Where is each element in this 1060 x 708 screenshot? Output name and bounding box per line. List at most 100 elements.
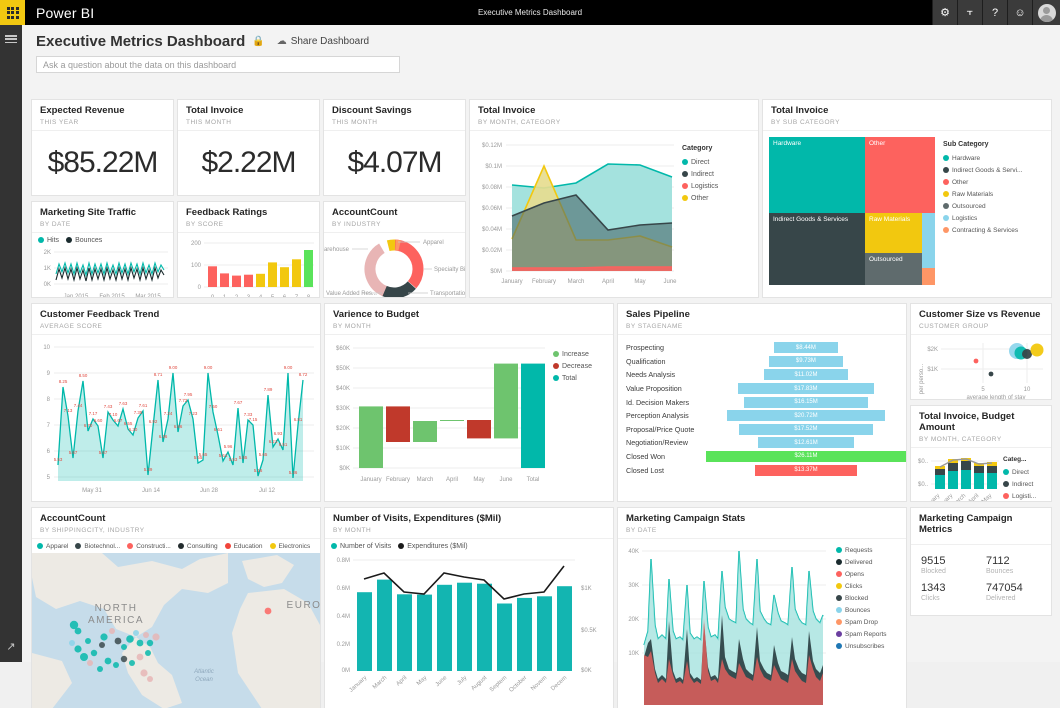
tile-discount-savings[interactable]: Discount Savings THIS MONTH $4.07M	[324, 100, 465, 195]
tile-feedback-ratings[interactable]: Feedback Ratings BY SCORE 200 100 0	[178, 202, 319, 297]
kpi-value: $85.22M	[32, 131, 173, 195]
legend-item[interactable]: Spam Reports	[836, 631, 887, 638]
share-dashboard-button[interactable]: ☁ Share Dashboard	[277, 36, 369, 47]
legend-item[interactable]: Outsourced	[943, 203, 1022, 210]
funnel-row[interactable]: Id. Decision Makers$16.15M	[618, 395, 906, 409]
treemap-plot: Hardware Other Indirect Goods & Services…	[769, 137, 935, 285]
tile-marketing-campaign-stats[interactable]: Marketing Campaign Stats BY DATE 40K 30K…	[618, 508, 906, 708]
treemap-cell-logistics[interactable]	[922, 213, 935, 268]
legend-item[interactable]: Contracting & Services	[943, 227, 1022, 234]
tile-accountcount-by-industry[interactable]: AccountCount BY INDUSTRY Apparel Special	[324, 202, 465, 297]
qna-search-input[interactable]: Ask a question about the data on this da…	[36, 56, 400, 73]
funnel-value-label: $26.11M	[795, 453, 818, 459]
legend-item[interactable]: Logistics	[943, 215, 1022, 222]
funnel-bar: $17.52M	[739, 424, 873, 435]
funnel-row[interactable]: Value Proposition$17.83M	[618, 382, 906, 396]
legend-item[interactable]: Biotechnol...	[75, 543, 120, 550]
legend-item[interactable]: Electronics	[270, 543, 311, 550]
treemap-cell-raw-materials[interactable]: Raw Materials	[865, 213, 922, 253]
legend-item[interactable]: Direct	[682, 159, 718, 166]
legend-item[interactable]: Expenditures ($Mil)	[398, 543, 467, 550]
tile-total-invoice-budget-amount[interactable]: Total Invoice, Budget Amount BY MONTH, C…	[911, 406, 1051, 501]
powerbi-brand-label[interactable]: Power BI	[36, 5, 94, 21]
map-plot[interactable]: NORTH AMERICA EURO Atlantic Ocean	[32, 553, 320, 708]
legend-item[interactable]: Delivered	[836, 559, 887, 566]
tile-accountcount-map[interactable]: AccountCount BY SHIPPINGCITY, INDUSTRY A…	[32, 508, 320, 708]
legend-item[interactable]: Blocked	[836, 595, 887, 602]
treemap-cell-outsourced[interactable]: Outsourced	[865, 253, 922, 285]
tile-total-invoice-by-subcategory[interactable]: Total Invoice BY SUB CATEGORY Hardware O…	[763, 100, 1051, 297]
tile-subtitle: BY SHIPPINGCITY, INDUSTRY	[40, 527, 312, 534]
legend-item[interactable]: Opens	[836, 571, 887, 578]
legend-item[interactable]: Apparel	[37, 543, 68, 550]
legend-item[interactable]: Direct	[1003, 469, 1036, 476]
treemap-cell-hardware[interactable]: Hardware	[769, 137, 865, 213]
tile-total-invoice-month[interactable]: Total Invoice THIS MONTH $2.22M	[178, 100, 319, 195]
legend-item[interactable]: Increase	[553, 351, 592, 358]
tile-variance-to-budget[interactable]: Varience to Budget BY MONTH $60K $50K $4…	[325, 304, 613, 501]
tile-visits-expenditures[interactable]: Number of Visits, Expenditures ($Mil) BY…	[325, 508, 613, 708]
hamburger-menu-icon[interactable]	[5, 35, 17, 43]
svg-text:May: May	[473, 477, 484, 483]
legend-item[interactable]: Raw Materials	[943, 191, 1022, 198]
legend-swatch	[682, 159, 688, 165]
feedback-trend-svg: 10 9 8 7 6 5 5.538.257.13 5.677.448.50 6…	[32, 335, 320, 498]
app-launcher-waffle-icon[interactable]	[0, 0, 25, 25]
legend-item[interactable]: Consulting	[178, 543, 218, 550]
legend-item[interactable]: Other	[682, 195, 718, 202]
legend-item[interactable]: Constructi...	[127, 543, 171, 550]
tile-header: Total Invoice BY SUB CATEGORY	[763, 100, 1051, 130]
treemap-cell-contracting[interactable]	[922, 268, 935, 285]
download-icon[interactable]: ⫟	[957, 0, 982, 25]
left-navigation-rail: ↗	[0, 25, 22, 662]
funnel-row[interactable]: Proposal/Price Quote$17.52M	[618, 422, 906, 436]
legend-item[interactable]: Number of Visits	[331, 543, 391, 550]
treemap-cell-other[interactable]: Other	[865, 137, 935, 213]
legend-item[interactable]: Hits	[38, 237, 59, 244]
legend-item[interactable]: Decrease	[553, 363, 592, 370]
legend-item[interactable]: Other	[943, 179, 1022, 186]
expand-arrow-icon[interactable]: ↗	[0, 640, 22, 653]
legend-item[interactable]: Logisti...	[1003, 493, 1036, 500]
tile-customer-feedback-trend[interactable]: Customer Feedback Trend AVERAGE SCORE 10…	[32, 304, 320, 501]
tile-customer-size-vs-revenue[interactable]: Customer Size vs Revenue CUSTOMER GROUP …	[911, 304, 1051, 399]
funnel-row[interactable]: Needs Analysis$11.02M	[618, 368, 906, 382]
tile-subtitle: THIS MONTH	[332, 119, 457, 126]
legend-item[interactable]: Requests	[836, 547, 887, 554]
tile-expected-revenue[interactable]: Expected Revenue THIS YEAR $85.22M	[32, 100, 173, 195]
tile-total-invoice-by-month-category[interactable]: Total Invoice BY MONTH, CATEGORY $0.12M	[470, 100, 758, 297]
funnel-row[interactable]: Perception Analysis$20.72M	[618, 409, 906, 423]
funnel-row[interactable]: Closed Lost$13.37M	[618, 463, 906, 477]
tile-subtitle: BY MONTH	[333, 527, 605, 534]
legend-item[interactable]: Indirect Goods & Servi...	[943, 167, 1022, 174]
page-title: Executive Metrics Dashboard	[36, 33, 245, 50]
tile-marketing-site-traffic[interactable]: Marketing Site Traffic BY DATE Hits Boun…	[32, 202, 173, 297]
tile-subtitle: BY MONTH	[333, 323, 605, 330]
svg-text:0.6M: 0.6M	[337, 586, 350, 592]
feedback-smiley-icon[interactable]: ☺	[1007, 0, 1032, 25]
funnel-row[interactable]: Prospecting$8.44M	[618, 341, 906, 355]
traffic-legend: Hits Bounces	[32, 233, 173, 244]
legend-item[interactable]: Unsubscribes	[836, 643, 887, 650]
gear-icon[interactable]: ⚙	[932, 0, 957, 25]
help-icon[interactable]: ?	[982, 0, 1007, 25]
tile-marketing-campaign-metrics[interactable]: Marketing Campaign Metrics 9515 Blocked …	[911, 508, 1051, 615]
funnel-row[interactable]: Closed Won$26.11M	[618, 450, 906, 464]
treemap-cell-indirect[interactable]: Indirect Goods & Services	[769, 213, 865, 285]
legend-item[interactable]: Spam Drop	[836, 619, 887, 626]
svg-text:5.36: 5.36	[289, 470, 298, 475]
legend-item[interactable]: Indirect	[1003, 481, 1036, 488]
funnel-row[interactable]: Negotiation/Review$12.61M	[618, 436, 906, 450]
legend-item[interactable]: Indirect	[682, 171, 718, 178]
legend-item[interactable]: Clicks	[836, 583, 887, 590]
funnel-row[interactable]: Qualification$9.73M	[618, 355, 906, 369]
avatar[interactable]	[1032, 0, 1060, 25]
legend-item[interactable]: Bounces	[836, 607, 887, 614]
tile-title: Customer Feedback Trend	[40, 310, 312, 321]
legend-item[interactable]: Logistics	[682, 183, 718, 190]
legend-item[interactable]: Bounces	[66, 237, 102, 244]
legend-item[interactable]: Total	[553, 375, 592, 382]
legend-item[interactable]: Hardware	[943, 155, 1022, 162]
tile-sales-pipeline[interactable]: Sales Pipeline BY STAGENAME Prospecting$…	[618, 304, 906, 501]
legend-item[interactable]: Education	[225, 543, 263, 550]
